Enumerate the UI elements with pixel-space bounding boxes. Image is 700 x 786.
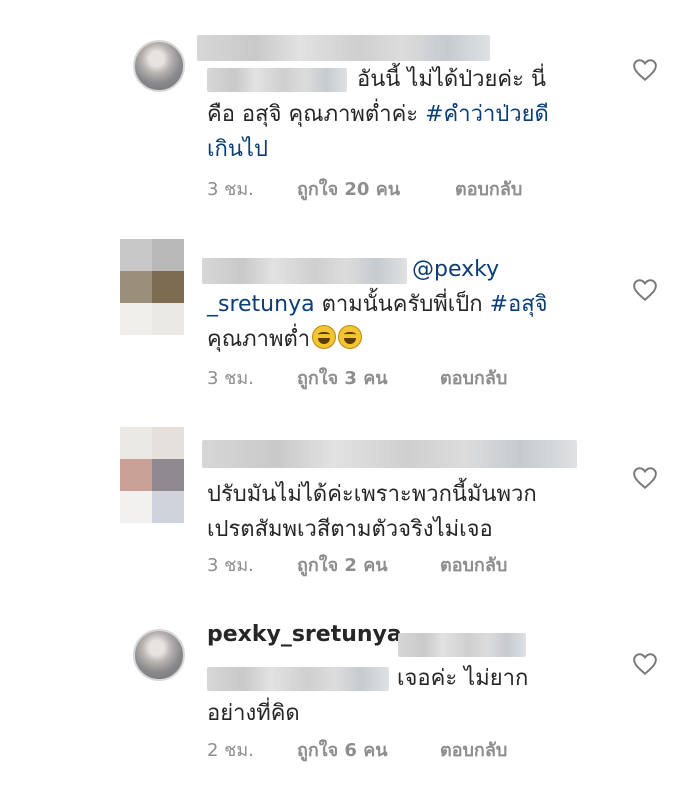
comment-text-line: คือ อสุจิ คุณภาพต่ำค่ะ xyxy=(207,102,426,127)
likes-count[interactable]: ถูกใจ 20 คน xyxy=(297,176,400,204)
comment-text-line: เจอค่ะ ไม่ยาก xyxy=(397,666,529,691)
comment-username[interactable]: pexky_sretunya xyxy=(207,617,402,652)
comment-meta: 3 ชม. ถูกใจ 20 คน ตอบกลับ xyxy=(207,176,607,204)
comment-meta: 3 ชม. ถูกใจ 3 คน ตอบกลับ xyxy=(207,365,607,393)
heart-icon[interactable] xyxy=(632,652,658,676)
comment-meta: 2 ชม. ถูกใจ 6 คน ตอบกลับ xyxy=(207,737,607,765)
comment-text-line: อันนี้ ไม่ได้ป่วยค่ะ นี่ xyxy=(357,67,546,92)
reply-button[interactable]: ตอบกลับ xyxy=(440,552,507,580)
heart-icon[interactable] xyxy=(632,58,658,82)
avatar[interactable] xyxy=(133,629,185,681)
comment-4: pexky_sretunya เจอค่ะ ไม่ยาก อย่างที่คิด… xyxy=(0,595,700,786)
avatar[interactable] xyxy=(133,40,185,92)
likes-count[interactable]: ถูกใจ 6 คน xyxy=(297,737,388,765)
comment-1: อันนี้ ไม่ได้ป่วยค่ะ นี่ คือ อสุจิ คุณภา… xyxy=(0,0,700,215)
grinning-sweat-emoji-icon xyxy=(338,325,363,349)
hashtag-link[interactable]: เกินไป xyxy=(207,137,268,162)
comment-meta: 3 ชม. ถูกใจ 2 คน ตอบกลับ xyxy=(207,552,607,580)
comment-text: เจอค่ะ ไม่ยาก อย่างที่คิด xyxy=(207,661,627,731)
comment-2: @pexky _sretunya ตามนั้นครับพี่เป็ก #อสุ… xyxy=(0,215,700,405)
reply-button[interactable]: ตอบกลับ xyxy=(440,737,507,765)
comment-text-line: ตามนั้นครับพี่เป็ก xyxy=(314,292,490,317)
heart-icon[interactable] xyxy=(632,466,658,490)
blurred-username[interactable] xyxy=(197,35,490,61)
reply-button[interactable]: ตอบกลับ xyxy=(455,176,522,204)
hashtag-link[interactable]: #คำว่าป่วยดี xyxy=(425,102,549,127)
username-link[interactable]: pexky_sretunya xyxy=(207,622,402,647)
comment-text-line: คุณภาพต่ำ xyxy=(207,327,311,352)
comment-text-line: อย่างที่คิด xyxy=(207,701,300,726)
avatar[interactable] xyxy=(120,427,184,523)
avatar[interactable] xyxy=(120,239,184,335)
comment-text: @pexky _sretunya ตามนั้นครับพี่เป็ก #อสุ… xyxy=(207,252,627,357)
grinning-sweat-emoji-icon xyxy=(312,325,337,349)
comment-time: 3 ชม. xyxy=(207,179,254,200)
comment-text-line: ปรับมันไม่ได้ค่ะเพราะพวกนี้มันพวก xyxy=(207,482,537,507)
likes-count[interactable]: ถูกใจ 2 คน xyxy=(297,552,388,580)
comment-text-line: เปรตสัมพเวสีตามตัวจริงไม่เจอ xyxy=(207,517,493,542)
mention-link[interactable]: @pexky xyxy=(412,257,499,282)
hashtag-link[interactable]: #อสุจิ xyxy=(490,292,548,317)
blurred-username[interactable] xyxy=(202,440,577,468)
likes-count[interactable]: ถูกใจ 3 คน xyxy=(297,365,388,393)
comment-3: ปรับมันไม่ได้ค่ะเพราะพวกนี้มันพวก เปรตสั… xyxy=(0,405,700,595)
comment-time: 3 ชม. xyxy=(207,555,254,576)
comment-text: ปรับมันไม่ได้ค่ะเพราะพวกนี้มันพวก เปรตสั… xyxy=(207,477,627,547)
comment-text: อันนี้ ไม่ได้ป่วยค่ะ นี่ คือ อสุจิ คุณภา… xyxy=(207,62,627,167)
comment-time: 2 ชม. xyxy=(207,740,254,761)
mention-link[interactable]: _sretunya xyxy=(207,292,315,317)
reply-button[interactable]: ตอบกลับ xyxy=(440,365,507,393)
heart-icon[interactable] xyxy=(632,278,658,302)
blurred-mention[interactable] xyxy=(398,633,526,657)
comment-time: 3 ชม. xyxy=(207,368,254,389)
